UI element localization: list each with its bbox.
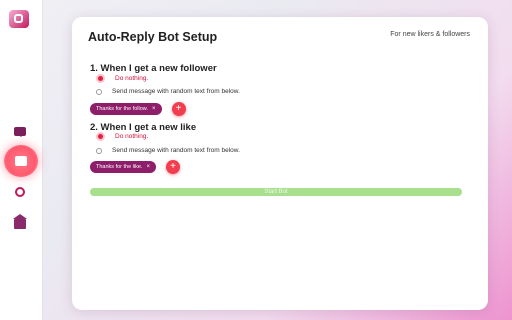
close-icon[interactable]: × bbox=[146, 164, 150, 170]
radio-checked-icon[interactable] bbox=[96, 132, 105, 141]
follower-chips: Thanks for the follow. × + bbox=[90, 102, 186, 116]
start-bot-button[interactable]: Start Bot bbox=[90, 188, 462, 196]
add-message-button[interactable]: + bbox=[165, 160, 180, 174]
option-label: Send message with random text from below… bbox=[112, 147, 240, 154]
message-chip[interactable]: Thanks for the follow. × bbox=[90, 103, 162, 115]
like-icon[interactable] bbox=[4, 145, 38, 177]
sidebar bbox=[0, 0, 43, 320]
chat-icon[interactable] bbox=[12, 123, 28, 139]
chip-label: Thanks for the like. bbox=[96, 164, 143, 170]
setup-card: Auto-Reply Bot Setup For new likers & fo… bbox=[72, 17, 488, 310]
follower-option-nothing[interactable]: Do nothing. bbox=[96, 74, 148, 83]
page-title: Auto-Reply Bot Setup bbox=[88, 30, 218, 44]
option-label: Do nothing. bbox=[115, 133, 149, 140]
radio-unchecked-icon[interactable] bbox=[96, 147, 102, 154]
app-logo-icon[interactable] bbox=[9, 10, 29, 28]
house-icon[interactable] bbox=[12, 214, 28, 232]
add-message-button[interactable]: + bbox=[171, 102, 186, 116]
radio-unchecked-icon[interactable] bbox=[96, 88, 102, 95]
close-icon[interactable]: × bbox=[152, 106, 156, 112]
radio-checked-icon[interactable] bbox=[96, 74, 105, 83]
chip-label: Thanks for the follow. bbox=[96, 106, 148, 112]
page-subtitle: For new likers & followers bbox=[390, 31, 470, 38]
like-option-send[interactable]: Send message with random text from below… bbox=[96, 147, 240, 154]
option-label: Do nothing. bbox=[115, 75, 149, 82]
follower-option-send[interactable]: Send message with random text from below… bbox=[96, 88, 240, 95]
like-option-nothing[interactable]: Do nothing. bbox=[96, 132, 148, 141]
option-label: Send message with random text from below… bbox=[112, 88, 240, 95]
circle-icon[interactable] bbox=[12, 184, 28, 200]
like-chips: Thanks for the like. × + bbox=[90, 160, 180, 174]
section-follower-heading: 1. When I get a new follower bbox=[90, 63, 217, 74]
message-chip[interactable]: Thanks for the like. × bbox=[90, 161, 156, 173]
